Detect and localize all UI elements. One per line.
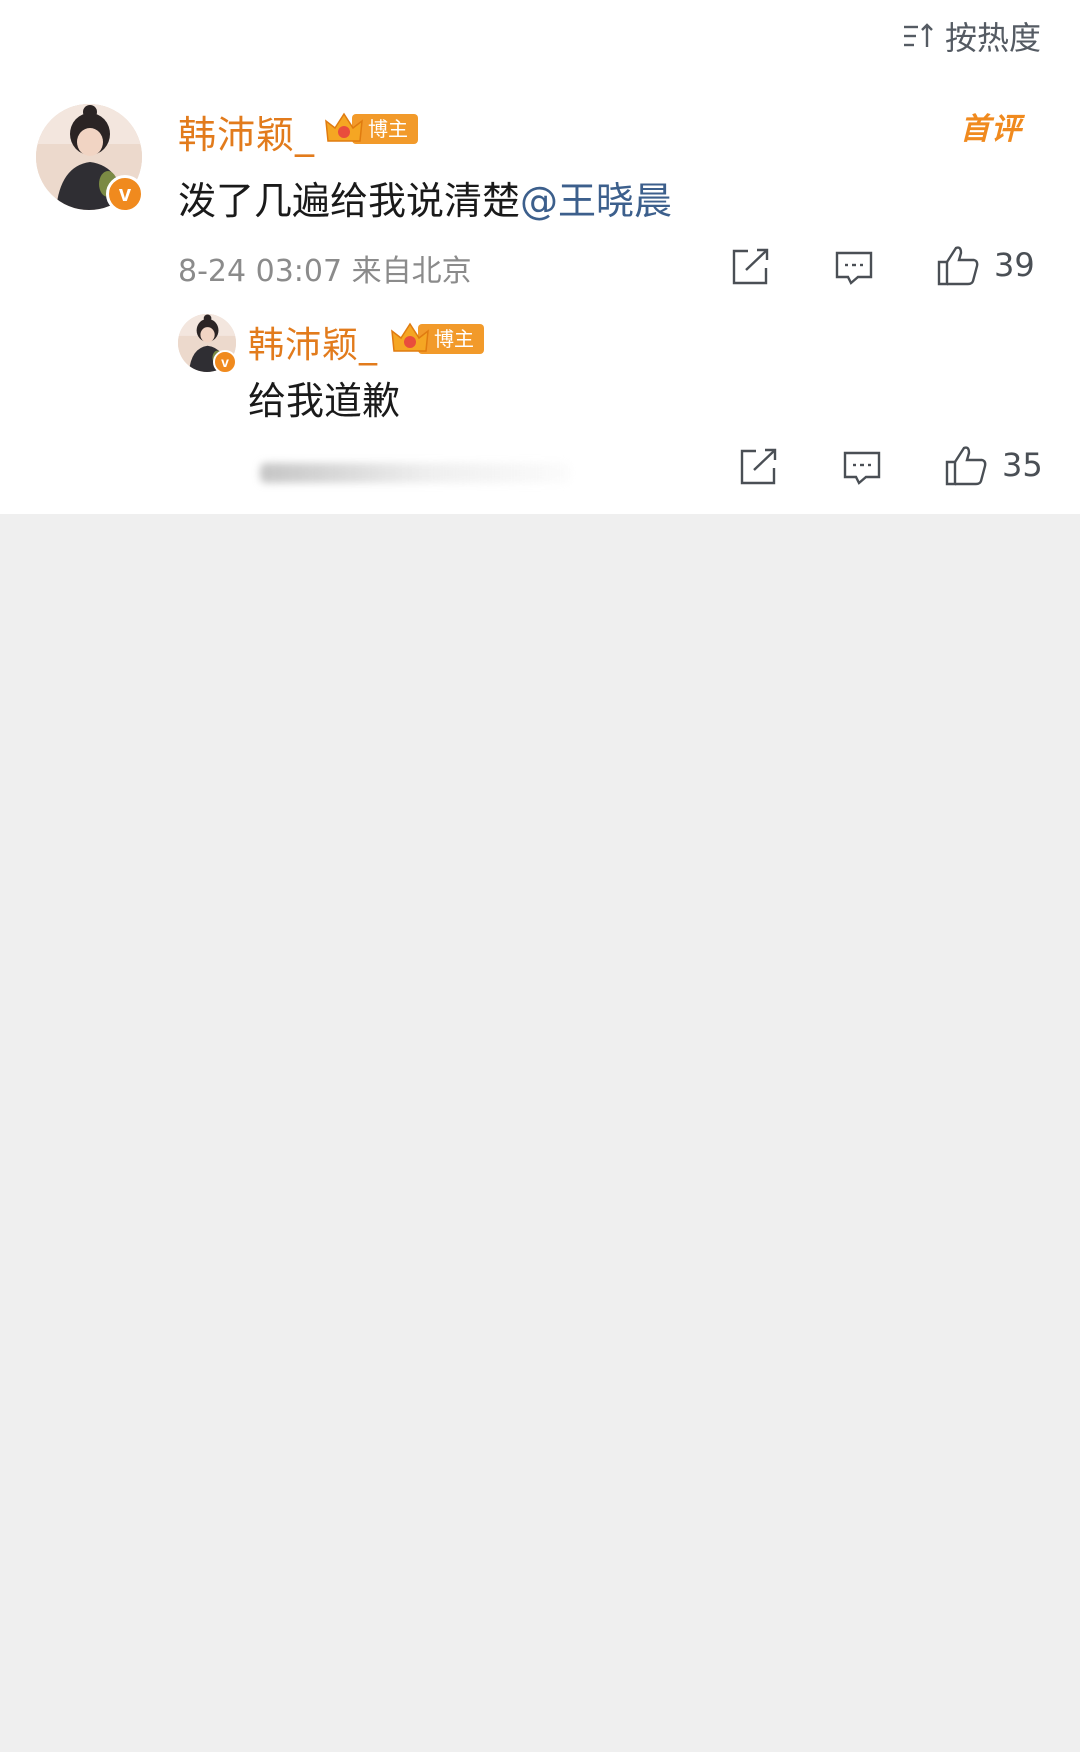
blurred-meta <box>260 463 570 483</box>
reply-like-button[interactable]: 35 <box>944 444 1043 486</box>
crown-icon <box>391 322 429 352</box>
reply-button[interactable] <box>834 250 874 286</box>
sort-icon <box>903 23 933 47</box>
reply-text: 给我道歉 <box>248 379 401 423</box>
blogger-badge: 博主 <box>324 112 418 146</box>
thumbs-up-icon <box>945 446 987 486</box>
reply-share-button[interactable] <box>738 448 778 486</box>
first-comment-tag: 首评 <box>960 112 1022 147</box>
like-button[interactable]: 39 <box>936 244 1035 286</box>
mention-link[interactable]: @王晓晨 <box>520 179 672 223</box>
empty-area <box>0 514 1080 1752</box>
reply-comment-button[interactable] <box>842 450 882 486</box>
share-icon <box>740 448 777 485</box>
sort-label: 按热度 <box>944 19 1041 57</box>
comment-panel: 按热度 v 韩沛颖_ 博主 首评 泼了几遍给我说清楚@王晓晨 8-24 03:0… <box>0 0 1080 514</box>
blogger-badge: 博主 <box>390 322 484 356</box>
reply-username[interactable]: 韩沛颖_ <box>248 316 378 368</box>
verified-badge-icon: v <box>106 175 144 213</box>
comment-location: 来自北京 <box>351 254 472 289</box>
comment-icon <box>843 451 881 485</box>
share-button[interactable] <box>730 248 770 286</box>
comment-meta: 8-24 03:07 来自北京 <box>178 246 472 290</box>
comment-username[interactable]: 韩沛颖_ <box>178 104 315 159</box>
like-count: 39 <box>994 246 1035 284</box>
reply-like-count: 35 <box>1002 446 1043 484</box>
comment-icon <box>835 251 873 285</box>
comment-time: 8-24 03:07 <box>178 254 343 289</box>
comment-text: 泼了几遍给我说清楚@王晓晨 <box>178 170 672 225</box>
crown-icon <box>325 112 363 142</box>
comment-body: 泼了几遍给我说清楚 <box>178 179 521 223</box>
share-icon <box>732 248 769 285</box>
sort-by-hot-button[interactable]: 按热度 <box>901 14 1041 58</box>
thumbs-up-icon <box>937 246 979 286</box>
verified-badge-icon: v <box>213 350 237 374</box>
